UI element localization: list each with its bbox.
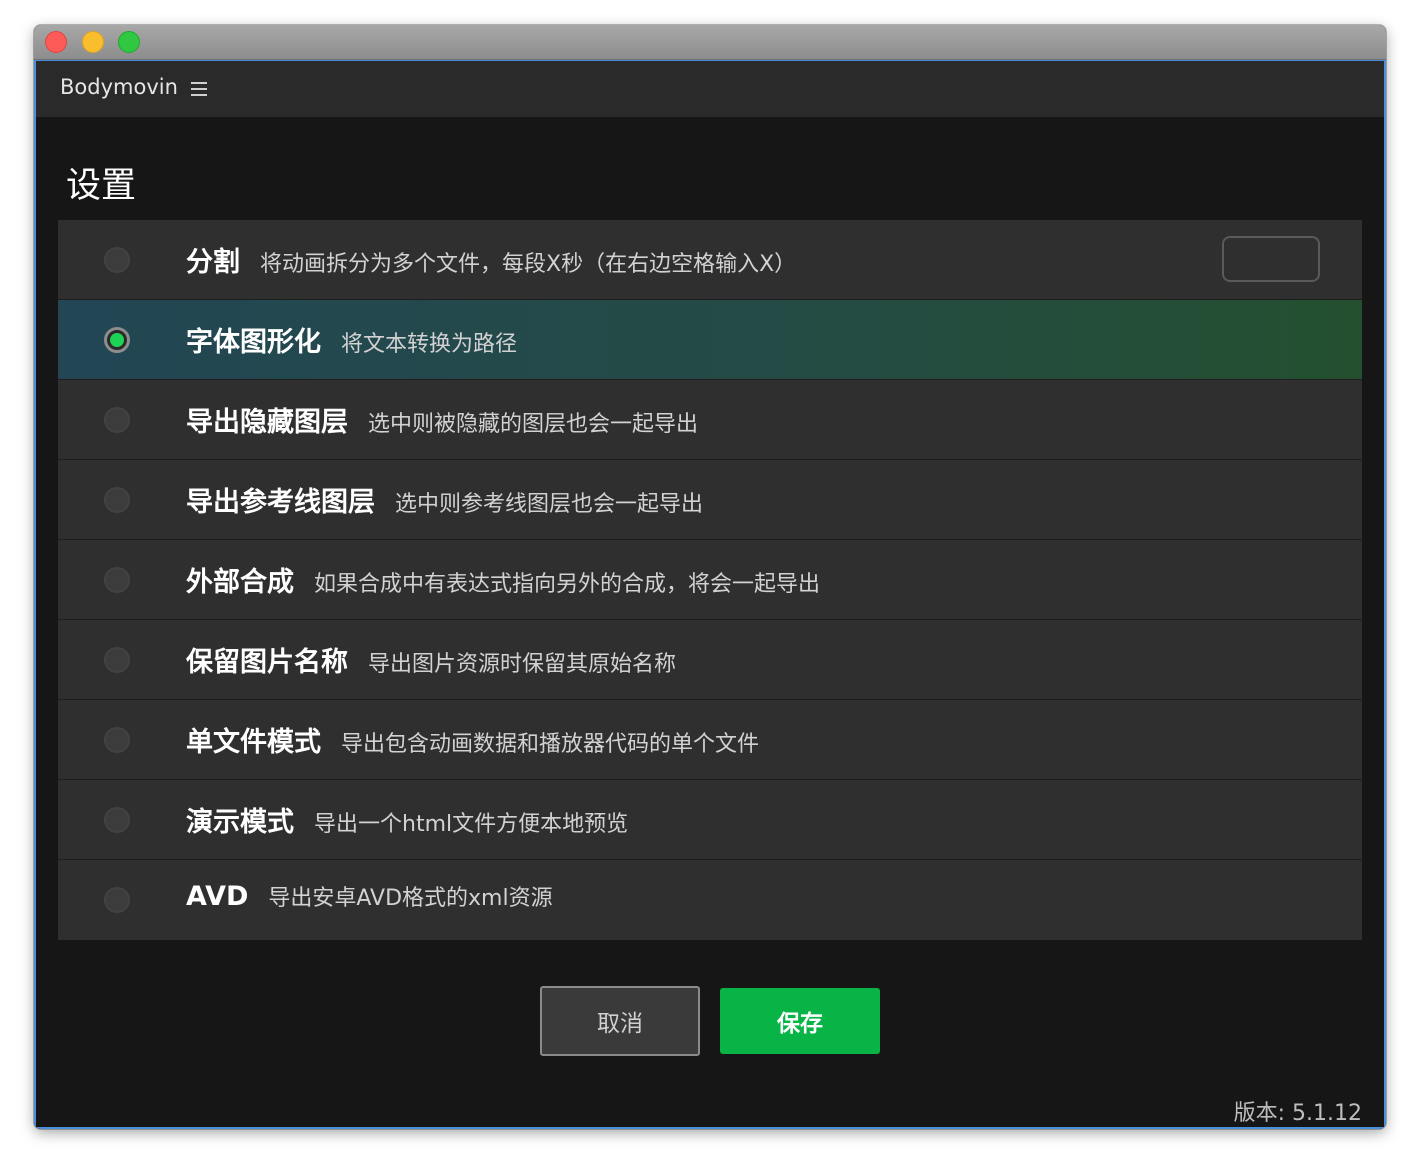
- setting-row-glyphs[interactable]: 字体图形化 将文本转换为路径: [58, 300, 1362, 380]
- setting-row-split[interactable]: 分割 将动画拆分为多个文件，每段X秒（在右边空格输入X）: [58, 220, 1362, 300]
- setting-description: 将文本转换为路径: [341, 332, 518, 357]
- radio-guide-layers[interactable]: [104, 487, 130, 513]
- setting-row-standalone[interactable]: 单文件模式 导出包含动画数据和播放器代码的单个文件: [58, 700, 1362, 780]
- setting-description: 如果合成中有表达式指向另外的合成，将会一起导出: [314, 572, 821, 597]
- radio-hidden-layers[interactable]: [104, 407, 130, 433]
- settings-list: 分割 将动画拆分为多个文件，每段X秒（在右边空格输入X） 字体图形化 将文本转换…: [58, 220, 1362, 940]
- radio-split[interactable]: [104, 247, 130, 273]
- setting-row-external-comps[interactable]: 外部合成 如果合成中有表达式指向另外的合成，将会一起导出: [58, 540, 1362, 620]
- setting-description: 选中则参考线图层也会一起导出: [395, 492, 704, 517]
- setting-description: 导出一个html文件方便本地预览: [314, 812, 629, 837]
- setting-title: 保留图片名称: [186, 647, 348, 678]
- radio-glyphs[interactable]: [104, 327, 130, 353]
- setting-description: 将动画拆分为多个文件，每段X秒（在右边空格输入X）: [260, 252, 797, 277]
- setting-title: 分割: [186, 247, 240, 278]
- window-minimize-button[interactable]: [82, 31, 104, 53]
- window-titlebar[interactable]: [34, 25, 1386, 60]
- setting-row-hidden-layers[interactable]: 导出隐藏图层 选中则被隐藏的图层也会一起导出: [58, 380, 1362, 460]
- app-header: Bodymovin: [36, 61, 1384, 117]
- setting-description: 选中则被隐藏的图层也会一起导出: [368, 412, 699, 437]
- split-seconds-input[interactable]: [1222, 236, 1320, 282]
- window-zoom-button[interactable]: [118, 31, 140, 53]
- window-close-button[interactable]: [45, 31, 67, 53]
- setting-row-guide-layers[interactable]: 导出参考线图层 选中则参考线图层也会一起导出: [58, 460, 1362, 540]
- radio-external-comps[interactable]: [104, 567, 130, 593]
- setting-title: 演示模式: [186, 807, 294, 838]
- radio-avd[interactable]: [104, 887, 130, 913]
- radio-demo[interactable]: [104, 807, 130, 833]
- cancel-button[interactable]: 取消: [540, 986, 700, 1056]
- setting-title: 导出参考线图层: [186, 487, 375, 518]
- setting-title: AVD: [186, 881, 249, 912]
- radio-original-names[interactable]: [104, 647, 130, 673]
- setting-row-original-names[interactable]: 保留图片名称 导出图片资源时保留其原始名称: [58, 620, 1362, 700]
- setting-description: 导出包含动画数据和播放器代码的单个文件: [341, 732, 760, 757]
- setting-row-avd[interactable]: AVD 导出安卓AVD格式的xml资源: [58, 860, 1362, 940]
- save-button[interactable]: 保存: [720, 988, 880, 1054]
- setting-description: 导出安卓AVD格式的xml资源: [268, 886, 553, 911]
- hamburger-menu-icon[interactable]: [191, 82, 207, 96]
- setting-title: 外部合成: [186, 567, 294, 598]
- setting-title: 单文件模式: [186, 727, 321, 758]
- radio-standalone[interactable]: [104, 727, 130, 753]
- setting-row-demo[interactable]: 演示模式 导出一个html文件方便本地预览: [58, 780, 1362, 860]
- page-title: 设置: [66, 166, 137, 206]
- window-content: Bodymovin 设置 分割 将动画拆分为多个文件，每段X秒（在右边空格输入X…: [34, 60, 1386, 1129]
- setting-description: 导出图片资源时保留其原始名称: [368, 652, 677, 677]
- setting-title: 导出隐藏图层: [186, 407, 348, 438]
- setting-title: 字体图形化: [186, 327, 321, 358]
- app-name: Bodymovin: [60, 75, 178, 99]
- app-window: Bodymovin 设置 分割 将动画拆分为多个文件，每段X秒（在右边空格输入X…: [34, 25, 1386, 1129]
- version-label: 版本: 5.1.12: [1233, 1101, 1362, 1126]
